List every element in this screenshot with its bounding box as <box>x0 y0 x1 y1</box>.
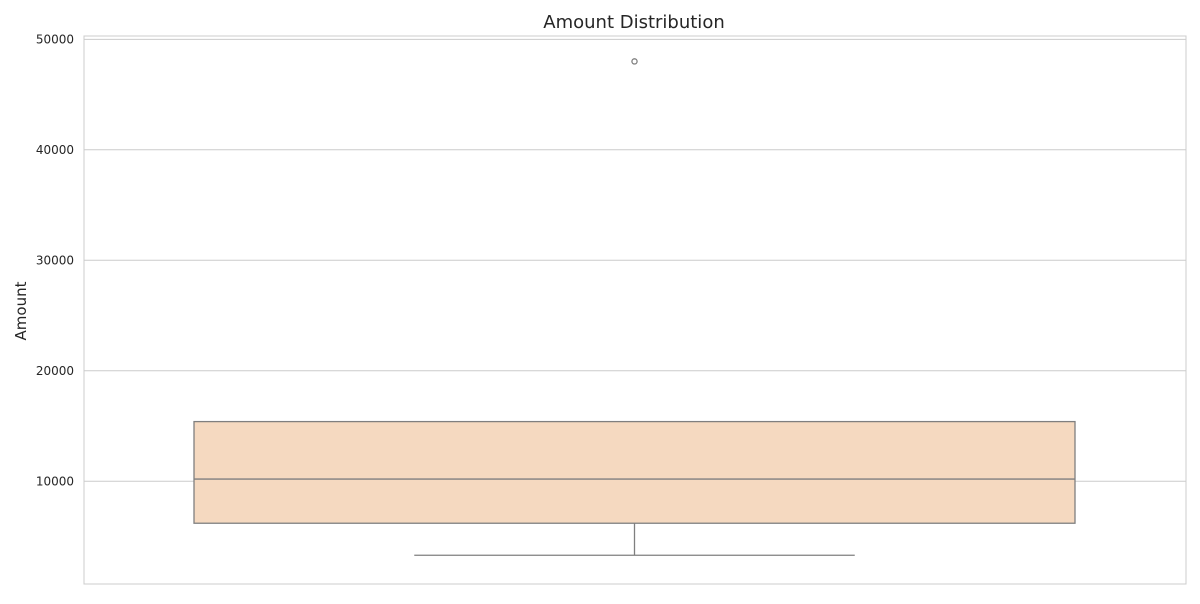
y-tick-label: 10000 <box>36 474 74 488</box>
y-tick-label: 40000 <box>36 143 74 157</box>
y-tick-label: 50000 <box>36 32 74 46</box>
grid-layer <box>84 38 1186 482</box>
chart-container: 10000 20000 30000 40000 50000 Amount Distrib… <box>0 0 1200 600</box>
outlier-point <box>631 58 638 65</box>
tick-layer: 10000 20000 30000 40000 50000 <box>36 32 74 488</box>
y-tick-label: 30000 <box>36 253 74 267</box>
box-layer <box>193 58 1076 556</box>
box-plot-chart: 10000 20000 30000 40000 50000 Amount Distrib… <box>12 12 1187 585</box>
iqr-box <box>193 420 1076 524</box>
chart-title: Amount Distribution <box>543 12 724 33</box>
y-axis-label: Amount <box>12 281 30 340</box>
y-tick-label: 20000 <box>36 364 74 378</box>
